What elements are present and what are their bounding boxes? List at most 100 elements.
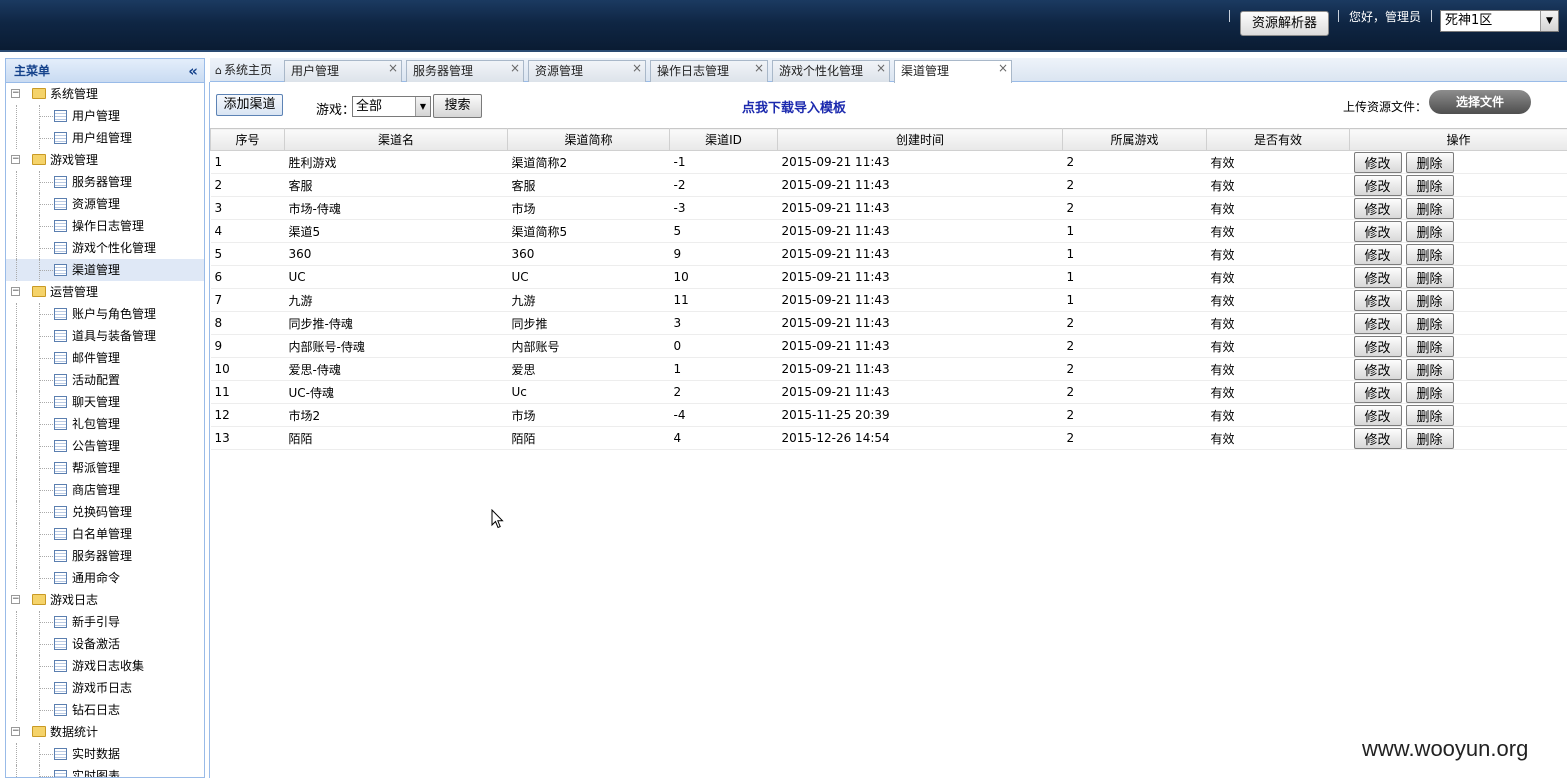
collapse-toggle-icon[interactable]: − — [11, 287, 20, 296]
search-button[interactable]: 搜索 — [433, 94, 482, 118]
sidebar-item[interactable]: 服务器管理 — [6, 545, 204, 567]
collapse-toggle-icon[interactable]: − — [11, 155, 20, 164]
sidebar-group[interactable]: − 数据统计 — [6, 721, 204, 743]
edit-button[interactable]: 修改 — [1353, 175, 1402, 196]
sidebar-item[interactable]: 游戏个性化管理 — [6, 237, 204, 259]
download-template-link[interactable]: 点我下载导入模板 — [742, 97, 846, 116]
sidebar-item[interactable]: 游戏币日志 — [6, 677, 204, 699]
collapse-icon[interactable]: « — [188, 59, 198, 83]
delete-button[interactable]: 删除 — [1405, 267, 1454, 288]
sidebar-item[interactable]: 通用命令 — [6, 567, 204, 589]
table-row: 12 市场2 市场 -4 2015-11-25 20:39 2 有效 修改 删除 — [210, 403, 1567, 427]
column-header: 渠道名 — [284, 128, 508, 151]
delete-button[interactable]: 删除 — [1405, 290, 1454, 311]
edit-button[interactable]: 修改 — [1353, 428, 1402, 449]
edit-button[interactable]: 修改 — [1353, 221, 1402, 242]
tree-line — [39, 512, 53, 513]
edit-button[interactable]: 修改 — [1353, 290, 1402, 311]
table-cell: 2015-12-26 14:54 — [777, 426, 1063, 450]
sidebar-item[interactable]: 渠道管理 — [6, 259, 204, 281]
tab[interactable]: 资源管理 × — [528, 60, 646, 82]
table-cell: 2015-09-21 11:43 — [777, 311, 1063, 335]
delete-button[interactable]: 删除 — [1405, 336, 1454, 357]
close-icon[interactable]: × — [876, 58, 886, 78]
game-select[interactable]: 全部 ▼ — [352, 96, 431, 117]
sidebar-item[interactable]: 设备激活 — [6, 633, 204, 655]
tab[interactable]: 操作日志管理 × — [650, 60, 768, 82]
edit-button[interactable]: 修改 — [1353, 313, 1402, 334]
edit-button[interactable]: 修改 — [1353, 244, 1402, 265]
sidebar-item[interactable]: 礼包管理 — [6, 413, 204, 435]
header-divider — [1431, 10, 1432, 22]
tab[interactable]: 用户管理 × — [284, 60, 402, 82]
sidebar-item[interactable]: 游戏日志收集 — [6, 655, 204, 677]
sidebar-item[interactable]: 账户与角色管理 — [6, 303, 204, 325]
sidebar-group[interactable]: − 游戏管理 — [6, 149, 204, 171]
delete-button[interactable]: 删除 — [1405, 152, 1454, 173]
close-icon[interactable]: × — [632, 58, 642, 78]
delete-button[interactable]: 删除 — [1405, 405, 1454, 426]
delete-button[interactable]: 删除 — [1405, 359, 1454, 380]
sidebar-group[interactable]: − 系统管理 — [6, 83, 204, 105]
sidebar-item[interactable]: 聊天管理 — [6, 391, 204, 413]
sidebar-item[interactable]: 新手引导 — [6, 611, 204, 633]
delete-button[interactable]: 删除 — [1405, 175, 1454, 196]
tab-home[interactable]: ⌂ 系统主页 — [215, 60, 272, 80]
table-cell: 9 — [210, 334, 285, 358]
tab[interactable]: 游戏个性化管理 × — [772, 60, 890, 82]
tree-line — [39, 226, 53, 227]
edit-button[interactable]: 修改 — [1353, 336, 1402, 357]
sidebar-item[interactable]: 实时数据 — [6, 743, 204, 765]
collapse-toggle-icon[interactable]: − — [11, 727, 20, 736]
chevron-down-icon[interactable]: ▼ — [415, 97, 430, 116]
sidebar-item[interactable]: 邮件管理 — [6, 347, 204, 369]
choose-file-button[interactable]: 选择文件 — [1429, 90, 1531, 114]
folder-icon — [32, 726, 46, 737]
sidebar-item[interactable]: 操作日志管理 — [6, 215, 204, 237]
sidebar-item[interactable]: 帮派管理 — [6, 457, 204, 479]
sidebar-item[interactable]: 商店管理 — [6, 479, 204, 501]
delete-button[interactable]: 删除 — [1405, 221, 1454, 242]
close-icon[interactable]: × — [998, 58, 1008, 78]
edit-button[interactable]: 修改 — [1353, 152, 1402, 173]
sidebar-item[interactable]: 实时图表 — [6, 765, 204, 777]
sidebar-item[interactable]: 公告管理 — [6, 435, 204, 457]
sidebar-item[interactable]: 服务器管理 — [6, 171, 204, 193]
sidebar-item[interactable]: 钻石日志 — [6, 699, 204, 721]
edit-button[interactable]: 修改 — [1353, 267, 1402, 288]
edit-button[interactable]: 修改 — [1353, 359, 1402, 380]
delete-button[interactable]: 删除 — [1405, 198, 1454, 219]
tab[interactable]: 服务器管理 × — [406, 60, 524, 82]
delete-button[interactable]: 删除 — [1405, 382, 1454, 403]
collapse-toggle-icon[interactable]: − — [11, 89, 20, 98]
sidebar-item[interactable]: 道具与装备管理 — [6, 325, 204, 347]
add-channel-button[interactable]: 添加渠道 — [216, 94, 283, 116]
resource-parser-button[interactable]: 资源解析器 — [1240, 11, 1329, 36]
delete-button[interactable]: 删除 — [1405, 313, 1454, 334]
close-icon[interactable]: × — [510, 58, 520, 78]
sidebar-item[interactable]: 兑换码管理 — [6, 501, 204, 523]
tree-line — [39, 776, 53, 777]
close-icon[interactable]: × — [754, 58, 764, 78]
sidebar-item[interactable]: 白名单管理 — [6, 523, 204, 545]
sidebar-item[interactable]: 活动配置 — [6, 369, 204, 391]
delete-button[interactable]: 删除 — [1405, 428, 1454, 449]
sidebar-item[interactable]: 用户管理 — [6, 105, 204, 127]
table-cell-actions: 修改 删除 — [1349, 219, 1567, 243]
table-cell: 有效 — [1206, 242, 1350, 266]
edit-button[interactable]: 修改 — [1353, 198, 1402, 219]
tab[interactable]: 渠道管理 × — [894, 60, 1012, 83]
sidebar-group[interactable]: − 游戏日志 — [6, 589, 204, 611]
server-select[interactable]: 死神1区 ▼ — [1440, 10, 1559, 32]
delete-button[interactable]: 删除 — [1405, 244, 1454, 265]
sidebar-item[interactable]: 用户组管理 — [6, 127, 204, 149]
sidebar-group[interactable]: − 运营管理 — [6, 281, 204, 303]
chevron-down-icon[interactable]: ▼ — [1540, 11, 1558, 31]
edit-button[interactable]: 修改 — [1353, 405, 1402, 426]
edit-button[interactable]: 修改 — [1353, 382, 1402, 403]
tree-line — [39, 402, 53, 403]
collapse-toggle-icon[interactable]: − — [11, 595, 20, 604]
sidebar-item[interactable]: 资源管理 — [6, 193, 204, 215]
close-icon[interactable]: × — [388, 58, 398, 78]
column-header: 渠道简称 — [507, 128, 670, 151]
